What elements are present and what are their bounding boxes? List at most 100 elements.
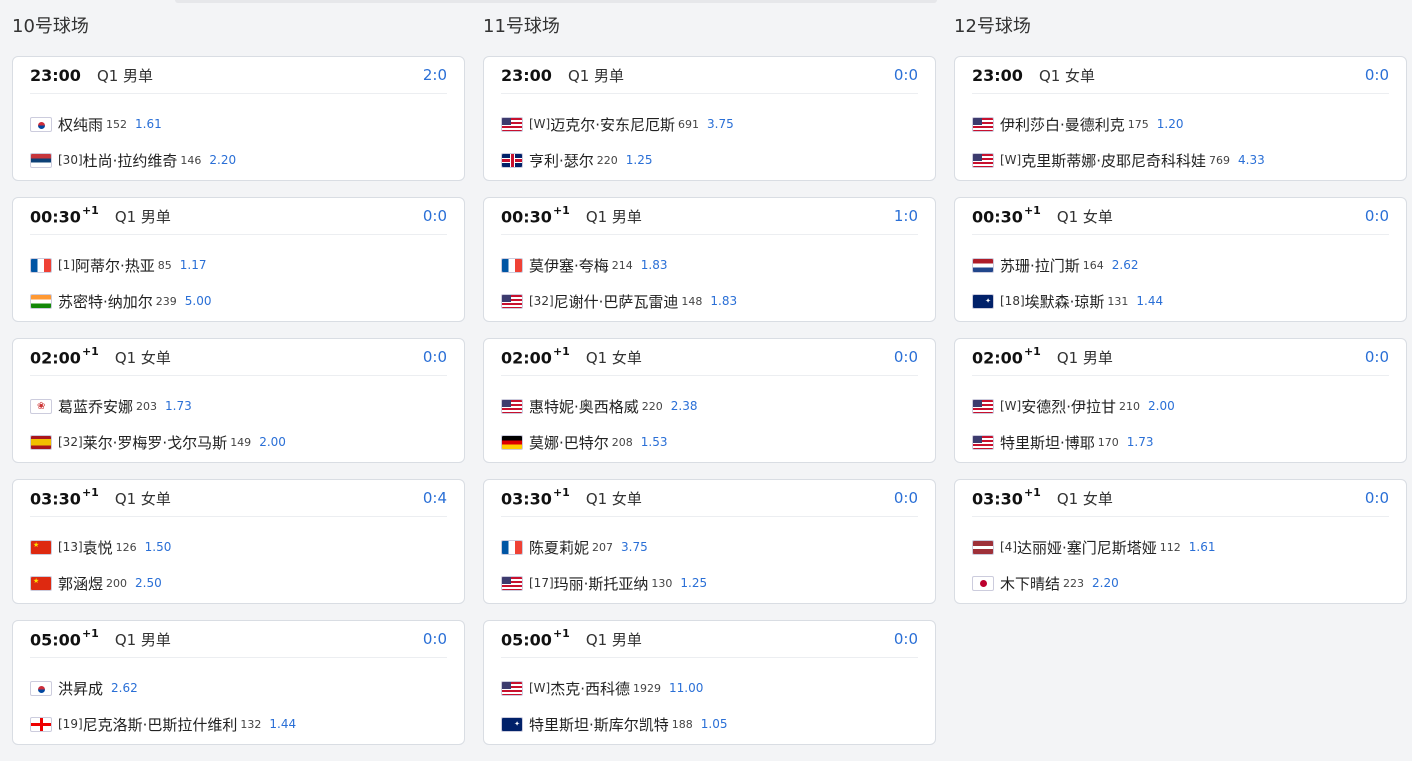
player-row[interactable]: 莫伊塞·夸梅 214 1.83: [501, 247, 918, 283]
match-card[interactable]: 23:00 Q1 女单 0:0 伊利莎白·曼德利克 175 1.20 [W] 克里斯蒂娜·皮耶…: [954, 56, 1407, 181]
player-row[interactable]: [19] 尼克洛斯·巴斯拉什维利 132 1.44: [30, 706, 447, 742]
player-name[interactable]: 尼克洛斯·巴斯拉什维利: [83, 714, 238, 735]
player-name[interactable]: 袁悦: [83, 537, 113, 558]
player-odds[interactable]: 2.38: [671, 399, 698, 413]
player-odds[interactable]: 1.53: [641, 435, 668, 449]
player-odds[interactable]: 5.00: [185, 294, 212, 308]
player-row[interactable]: 葛蓝乔安娜203 1.73: [30, 388, 447, 424]
player-row[interactable]: 亨利·瑟尔 220 1.25: [501, 142, 918, 178]
match-score[interactable]: 0:0: [1365, 348, 1389, 366]
match-card[interactable]: 03:30+1 Q1 女单 0:4 [13]袁悦126 1.50 郭涵煜200 2.50: [12, 479, 465, 604]
match-score[interactable]: 1:0: [894, 207, 918, 225]
player-name[interactable]: 惠特妮·奥西格威: [529, 396, 639, 417]
player-odds[interactable]: 1.73: [1127, 435, 1154, 449]
match-card[interactable]: 00:30+1 Q1 男单 1:0 莫伊塞·夸梅 214 1.83 [32] 尼谢什·巴萨瓦雷…: [483, 197, 936, 322]
player-row[interactable]: 伊利莎白·曼德利克 175 1.20: [972, 106, 1389, 142]
player-row[interactable]: 木下晴结 223 2.20: [972, 565, 1389, 601]
player-odds[interactable]: 4.33: [1238, 153, 1265, 167]
player-odds[interactable]: 3.75: [707, 117, 734, 131]
player-odds[interactable]: 2.62: [111, 681, 138, 695]
player-name[interactable]: 木下晴结: [1000, 573, 1060, 594]
player-name[interactable]: 伊利莎白·曼德利克: [1000, 114, 1125, 135]
player-row[interactable]: [4] 达丽娅·塞门尼斯塔娅 112 1.61: [972, 529, 1389, 565]
match-score[interactable]: 0:0: [423, 207, 447, 225]
match-card[interactable]: 00:30+1 Q1 男单 0:0 [1] 阿蒂尔·热亚 85 1.17 苏密特·纳加尔 239…: [12, 197, 465, 322]
match-card[interactable]: 05:00+1 Q1 男单 0:0 洪昇成 2.62 [19] 尼克洛斯·巴斯拉什维利 132…: [12, 620, 465, 745]
player-name[interactable]: 阿蒂尔·热亚: [75, 255, 155, 276]
match-score[interactable]: 0:0: [1365, 207, 1389, 225]
player-row[interactable]: 郭涵煜200 2.50: [30, 565, 447, 601]
player-odds[interactable]: 1.50: [145, 540, 172, 554]
player-odds[interactable]: 1.25: [626, 153, 653, 167]
player-odds[interactable]: 1.17: [180, 258, 207, 272]
player-odds[interactable]: 1.83: [710, 294, 737, 308]
player-odds[interactable]: 2.00: [1148, 399, 1175, 413]
player-name[interactable]: 苏珊·拉门斯: [1000, 255, 1080, 276]
match-card[interactable]: 00:30+1 Q1 女单 0:0 苏珊·拉门斯164 2.62 [18]埃默森·琼斯13…: [954, 197, 1407, 322]
player-name[interactable]: 杰克·西科德: [550, 678, 630, 699]
match-card[interactable]: 02:00+1 Q1 女单 0:0 惠特妮·奥西格威 220 2.38 莫娜·巴特尔 208 1…: [483, 338, 936, 463]
match-card[interactable]: 05:00+1 Q1 男单 0:0 [W]杰克·西科德1929 11.00 特里斯坦·斯库…: [483, 620, 936, 745]
player-row[interactable]: [W] 杰克·西科德 1929 11.00: [501, 670, 918, 706]
player-name[interactable]: 杜尚·拉约维奇: [83, 150, 178, 171]
player-odds[interactable]: 1.83: [641, 258, 668, 272]
player-row[interactable]: [30] 杜尚·拉约维奇 146 2.20: [30, 142, 447, 178]
player-row[interactable]: 洪昇成 2.62: [30, 670, 447, 706]
player-name[interactable]: 权纯雨: [58, 114, 103, 135]
player-row[interactable]: 特里斯坦·斯库尔凯特188 1.05: [501, 706, 918, 742]
player-name[interactable]: 洪昇成: [58, 678, 103, 699]
match-score[interactable]: 0:0: [423, 630, 447, 648]
player-row[interactable]: [13]袁悦126 1.50: [30, 529, 447, 565]
player-odds[interactable]: 2.62: [1112, 258, 1139, 272]
player-odds[interactable]: 2.50: [135, 576, 162, 590]
player-odds[interactable]: 1.73: [165, 399, 192, 413]
player-row[interactable]: [32] 尼谢什·巴萨瓦雷迪 148 1.83: [501, 283, 918, 319]
player-row[interactable]: [18]埃默森·琼斯131 1.44: [972, 283, 1389, 319]
match-score[interactable]: 0:0: [1365, 489, 1389, 507]
player-odds[interactable]: 2.20: [209, 153, 236, 167]
player-odds[interactable]: 2.20: [1092, 576, 1119, 590]
match-card[interactable]: 02:00+1 Q1 男单 0:0 [W] 安德烈·伊拉甘 210 2.00 特里斯坦·博耶 1…: [954, 338, 1407, 463]
player-odds[interactable]: 1.20: [1157, 117, 1184, 131]
player-name[interactable]: 莫娜·巴特尔: [529, 432, 609, 453]
player-name[interactable]: 迈克尔·安东尼厄斯: [550, 114, 675, 135]
player-name[interactable]: 特里斯坦·博耶: [1000, 432, 1095, 453]
player-row[interactable]: 权纯雨 152 1.61: [30, 106, 447, 142]
match-score[interactable]: 0:0: [1365, 66, 1389, 84]
match-score[interactable]: 0:0: [423, 348, 447, 366]
match-card[interactable]: 23:00 Q1 男单 2:0 权纯雨 152 1.61 [30] 杜尚·拉约维奇 146 2.2…: [12, 56, 465, 181]
player-odds[interactable]: 1.25: [680, 576, 707, 590]
player-name[interactable]: 埃默森·琼斯: [1025, 291, 1105, 312]
player-odds[interactable]: 1.61: [1189, 540, 1216, 554]
player-row[interactable]: [W] 安德烈·伊拉甘 210 2.00: [972, 388, 1389, 424]
player-odds[interactable]: 1.44: [1136, 294, 1163, 308]
player-row[interactable]: [32] 莱尔·罗梅罗·戈尔马斯 149 2.00: [30, 424, 447, 460]
player-row[interactable]: 莫娜·巴特尔 208 1.53: [501, 424, 918, 460]
match-score[interactable]: 0:0: [894, 348, 918, 366]
player-name[interactable]: 亨利·瑟尔: [529, 150, 594, 171]
player-name[interactable]: 达丽娅·塞门尼斯塔娅: [1017, 537, 1157, 558]
player-row[interactable]: [W] 克里斯蒂娜·皮耶尼奇科科娃 769 4.33: [972, 142, 1389, 178]
match-score[interactable]: 0:4: [423, 489, 447, 507]
match-card[interactable]: 23:00 Q1 男单 0:0 [W] 迈克尔·安东尼厄斯 691 3.75 亨利·瑟尔 220…: [483, 56, 936, 181]
player-odds[interactable]: 2.00: [259, 435, 286, 449]
player-row[interactable]: 苏珊·拉门斯 164 2.62: [972, 247, 1389, 283]
match-score[interactable]: 0:0: [894, 66, 918, 84]
match-card[interactable]: 03:30+1 Q1 女单 0:0 陈夏莉妮 207 3.75 [17] 玛丽·斯托亚纳 130…: [483, 479, 936, 604]
player-odds[interactable]: 1.61: [135, 117, 162, 131]
player-name[interactable]: 陈夏莉妮: [529, 537, 589, 558]
player-name[interactable]: 莫伊塞·夸梅: [529, 255, 609, 276]
player-row[interactable]: 苏密特·纳加尔 239 5.00: [30, 283, 447, 319]
player-name[interactable]: 玛丽·斯托亚纳: [554, 573, 649, 594]
player-row[interactable]: 惠特妮·奥西格威 220 2.38: [501, 388, 918, 424]
player-odds[interactable]: 11.00: [669, 681, 703, 695]
player-name[interactable]: 特里斯坦·斯库尔凯特: [529, 714, 669, 735]
player-row[interactable]: 陈夏莉妮 207 3.75: [501, 529, 918, 565]
player-name[interactable]: 苏密特·纳加尔: [58, 291, 153, 312]
match-score[interactable]: 0:0: [894, 489, 918, 507]
player-row[interactable]: 特里斯坦·博耶 170 1.73: [972, 424, 1389, 460]
player-name[interactable]: 莱尔·罗梅罗·戈尔马斯: [83, 432, 228, 453]
player-name[interactable]: 克里斯蒂娜·皮耶尼奇科科娃: [1021, 150, 1206, 171]
player-name[interactable]: 尼谢什·巴萨瓦雷迪: [554, 291, 679, 312]
player-row[interactable]: [W] 迈克尔·安东尼厄斯 691 3.75: [501, 106, 918, 142]
